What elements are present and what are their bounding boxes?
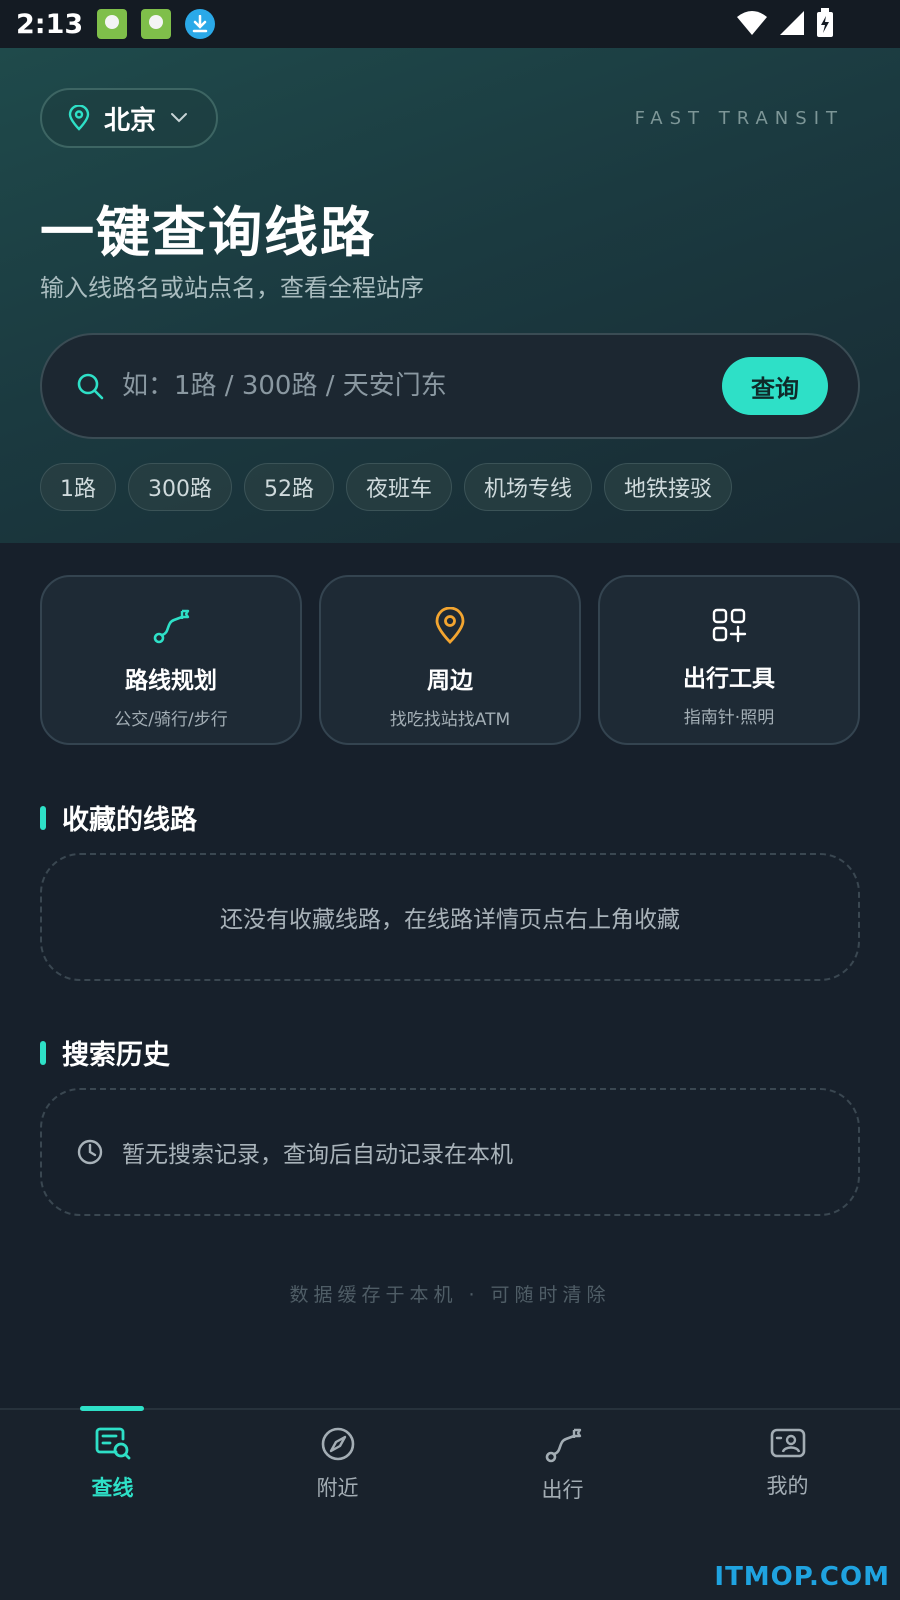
- chip-4[interactable]: 夜班车: [346, 463, 453, 511]
- feature-subtitle: 公交/骑行/步行: [114, 710, 228, 730]
- compass-icon: [321, 1427, 354, 1461]
- grid-plus-icon: [712, 608, 747, 643]
- favorites-empty-state: 还没有收藏线路，在线路详情页点右上角收藏: [40, 853, 860, 981]
- nav-item-search-line[interactable]: 查线: [0, 1406, 225, 1600]
- feature-card-travel-tools[interactable]: 出行工具 指南针·照明: [598, 575, 860, 745]
- favorites-header: 收藏的线路: [40, 798, 197, 837]
- chip-6[interactable]: 地铁接驳: [604, 463, 733, 511]
- city-selector[interactable]: 北京: [40, 88, 218, 148]
- search-button[interactable]: 查询: [722, 357, 828, 415]
- nav-label: 附近: [316, 1476, 359, 1500]
- battery-icon: [817, 8, 833, 37]
- feature-subtitle: 找吃找站找ATM: [389, 710, 511, 730]
- section-accent-bar: [40, 1040, 46, 1065]
- page-subtitle: 输入线路名或站点名，查看全程站序: [40, 274, 424, 302]
- page-title: 一键查询线路: [40, 201, 376, 264]
- footer-note: 数据缓存于本机 · 可随时清除: [289, 1284, 611, 1306]
- search-box: 查询: [40, 333, 860, 439]
- feature-cards: 路线规划 公交/骑行/步行 周边 找吃找站找ATM 出行工具 指南针·照明: [40, 575, 860, 745]
- chip-2[interactable]: 300路: [128, 463, 232, 511]
- chip-1[interactable]: 1路: [40, 463, 116, 511]
- empty-state-text: 暂无搜索记录，查询后自动记录在本机: [122, 1142, 513, 1168]
- location-pin-icon: [435, 607, 465, 644]
- clock-icon: [77, 1139, 103, 1165]
- nav-label: 查线: [91, 1476, 134, 1500]
- nav-item-nearby[interactable]: 附近: [225, 1410, 450, 1600]
- search-input[interactable]: [122, 371, 722, 401]
- search-line-icon: [95, 1427, 130, 1460]
- route-icon: [153, 609, 190, 644]
- section-title: 搜索历史: [62, 1040, 170, 1071]
- status-bar: 2:13: [0, 0, 900, 48]
- search-icon: [77, 373, 104, 400]
- download-icon: [185, 9, 216, 39]
- feature-subtitle: 指南针·照明: [683, 708, 775, 728]
- location-pin-icon: [68, 105, 90, 131]
- section-title: 收藏的线路: [62, 805, 197, 836]
- wifi-icon: [737, 11, 767, 35]
- profile-card-icon: [770, 1428, 805, 1458]
- app-notification-icon-2: [141, 9, 172, 39]
- quick-chips: 1路 300路 52路 夜班车 机场专线 地铁接驳: [40, 463, 733, 511]
- feature-card-route-planning[interactable]: 路线规划 公交/骑行/步行: [40, 575, 302, 745]
- feature-title: 路线规划: [125, 668, 217, 694]
- chip-5[interactable]: 机场专线: [464, 463, 593, 511]
- chevron-down-icon: [171, 113, 188, 123]
- city-label: 北京: [104, 105, 157, 136]
- feature-title: 周边: [427, 668, 473, 694]
- hero-section: 北京 FAST TRANSIT 一键查询线路 输入线路名或站点名，查看全程站序 …: [0, 48, 900, 543]
- status-time: 2:13: [16, 8, 84, 40]
- brand-tag: FAST TRANSIT: [634, 108, 844, 129]
- watermark: ITMOP.COM: [714, 1562, 890, 1592]
- status-indicators: [736, 8, 834, 38]
- chip-3[interactable]: 52路: [244, 463, 334, 511]
- nav-label: 我的: [766, 1474, 809, 1498]
- nav-item-travel[interactable]: 出行: [450, 1410, 675, 1600]
- empty-state-text: 还没有收藏线路，在线路详情页点右上角收藏: [220, 907, 680, 933]
- active-indicator: [80, 1406, 144, 1411]
- route-icon: [545, 1428, 581, 1463]
- signal-icon: [780, 11, 804, 35]
- section-accent-bar: [40, 805, 46, 830]
- feature-title: 出行工具: [683, 666, 775, 692]
- nav-label: 出行: [541, 1478, 584, 1502]
- feature-card-nearby[interactable]: 周边 找吃找站找ATM: [319, 575, 581, 745]
- history-header: 搜索历史: [40, 1033, 170, 1072]
- app-notification-icon: [97, 9, 128, 39]
- history-empty-state: 暂无搜索记录，查询后自动记录在本机: [40, 1088, 860, 1216]
